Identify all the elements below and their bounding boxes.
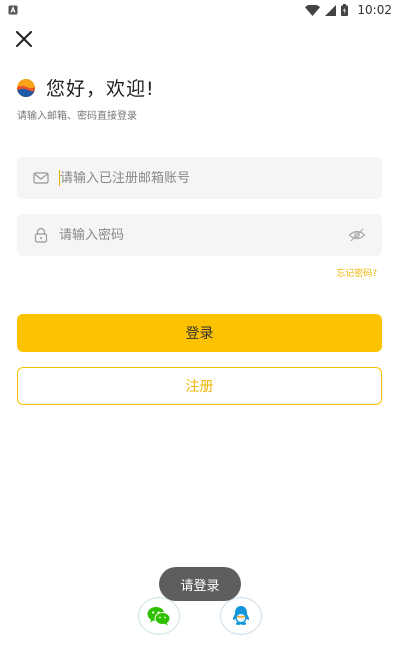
signal-icon [325, 4, 337, 16]
greeting-title: 您好，欢迎! [46, 78, 155, 100]
greeting: 您好，欢迎! [16, 74, 155, 101]
notification-icon [8, 5, 18, 15]
greeting-subtitle: 请输入邮箱、密码直接登录 [17, 111, 137, 122]
password-field[interactable] [17, 214, 382, 256]
password-input[interactable] [59, 227, 329, 243]
wifi-icon [305, 4, 321, 16]
close-button[interactable] [12, 28, 36, 50]
eye-off-icon[interactable] [348, 226, 366, 244]
status-bar: 10:02 [0, 0, 400, 20]
email-field[interactable] [17, 157, 382, 199]
battery-icon [341, 4, 349, 16]
qq-icon [232, 606, 250, 625]
status-left [8, 5, 18, 15]
status-right: 10:02 [305, 3, 392, 17]
login-screen: 10:02 您好，欢迎! 请输入邮箱、密码直接登录 请输入已注册邮箱账号 忘记密… [0, 0, 400, 650]
wechat-login-button[interactable] [138, 597, 180, 635]
register-button[interactable]: 注册 [17, 367, 382, 405]
wechat-icon [147, 607, 171, 626]
qq-login-button[interactable] [220, 597, 262, 635]
login-button[interactable]: 登录 [17, 314, 382, 352]
email-input[interactable] [60, 170, 330, 186]
app-logo-icon [17, 78, 35, 97]
close-icon [16, 31, 32, 47]
forgot-password-link[interactable]: 忘记密码? [336, 266, 377, 279]
toast-message: 请登录 [159, 567, 241, 601]
status-time: 10:02 [357, 3, 392, 17]
lock-icon [34, 227, 48, 243]
mail-icon [33, 172, 49, 184]
